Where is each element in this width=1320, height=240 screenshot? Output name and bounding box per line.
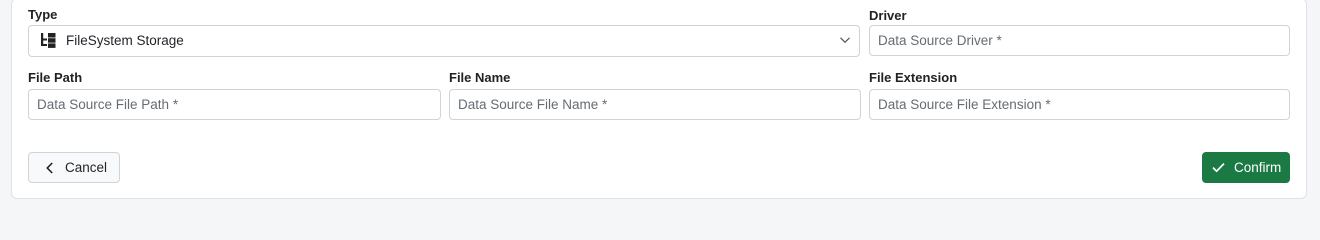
- chevron-left-icon: [46, 161, 53, 174]
- file-path-label: File Path: [28, 70, 83, 85]
- confirm-button-label: Confirm: [1234, 160, 1282, 175]
- file-extension-field[interactable]: [869, 89, 1290, 120]
- confirm-button[interactable]: Confirm: [1202, 152, 1290, 183]
- file-name-field[interactable]: [449, 89, 861, 120]
- driver-input[interactable]: [870, 26, 1289, 55]
- file-name-label: File Name: [449, 70, 511, 85]
- file-extension-input[interactable]: [870, 90, 1289, 119]
- chevron-down-icon: [840, 37, 850, 44]
- file-name-input[interactable]: [450, 90, 860, 119]
- cancel-button[interactable]: Cancel: [28, 152, 120, 183]
- file-path-input[interactable]: [29, 90, 440, 119]
- driver-field[interactable]: [869, 25, 1290, 56]
- filesystem-tree-icon: [41, 33, 56, 48]
- type-select[interactable]: FileSystem Storage: [28, 25, 860, 57]
- check-icon: [1212, 163, 1225, 173]
- file-path-field[interactable]: [28, 89, 441, 120]
- cancel-button-label: Cancel: [65, 160, 108, 175]
- driver-label: Driver: [869, 8, 907, 23]
- type-select-value: FileSystem Storage: [66, 33, 184, 48]
- type-label: Type: [28, 7, 58, 22]
- file-extension-label: File Extension: [869, 70, 958, 85]
